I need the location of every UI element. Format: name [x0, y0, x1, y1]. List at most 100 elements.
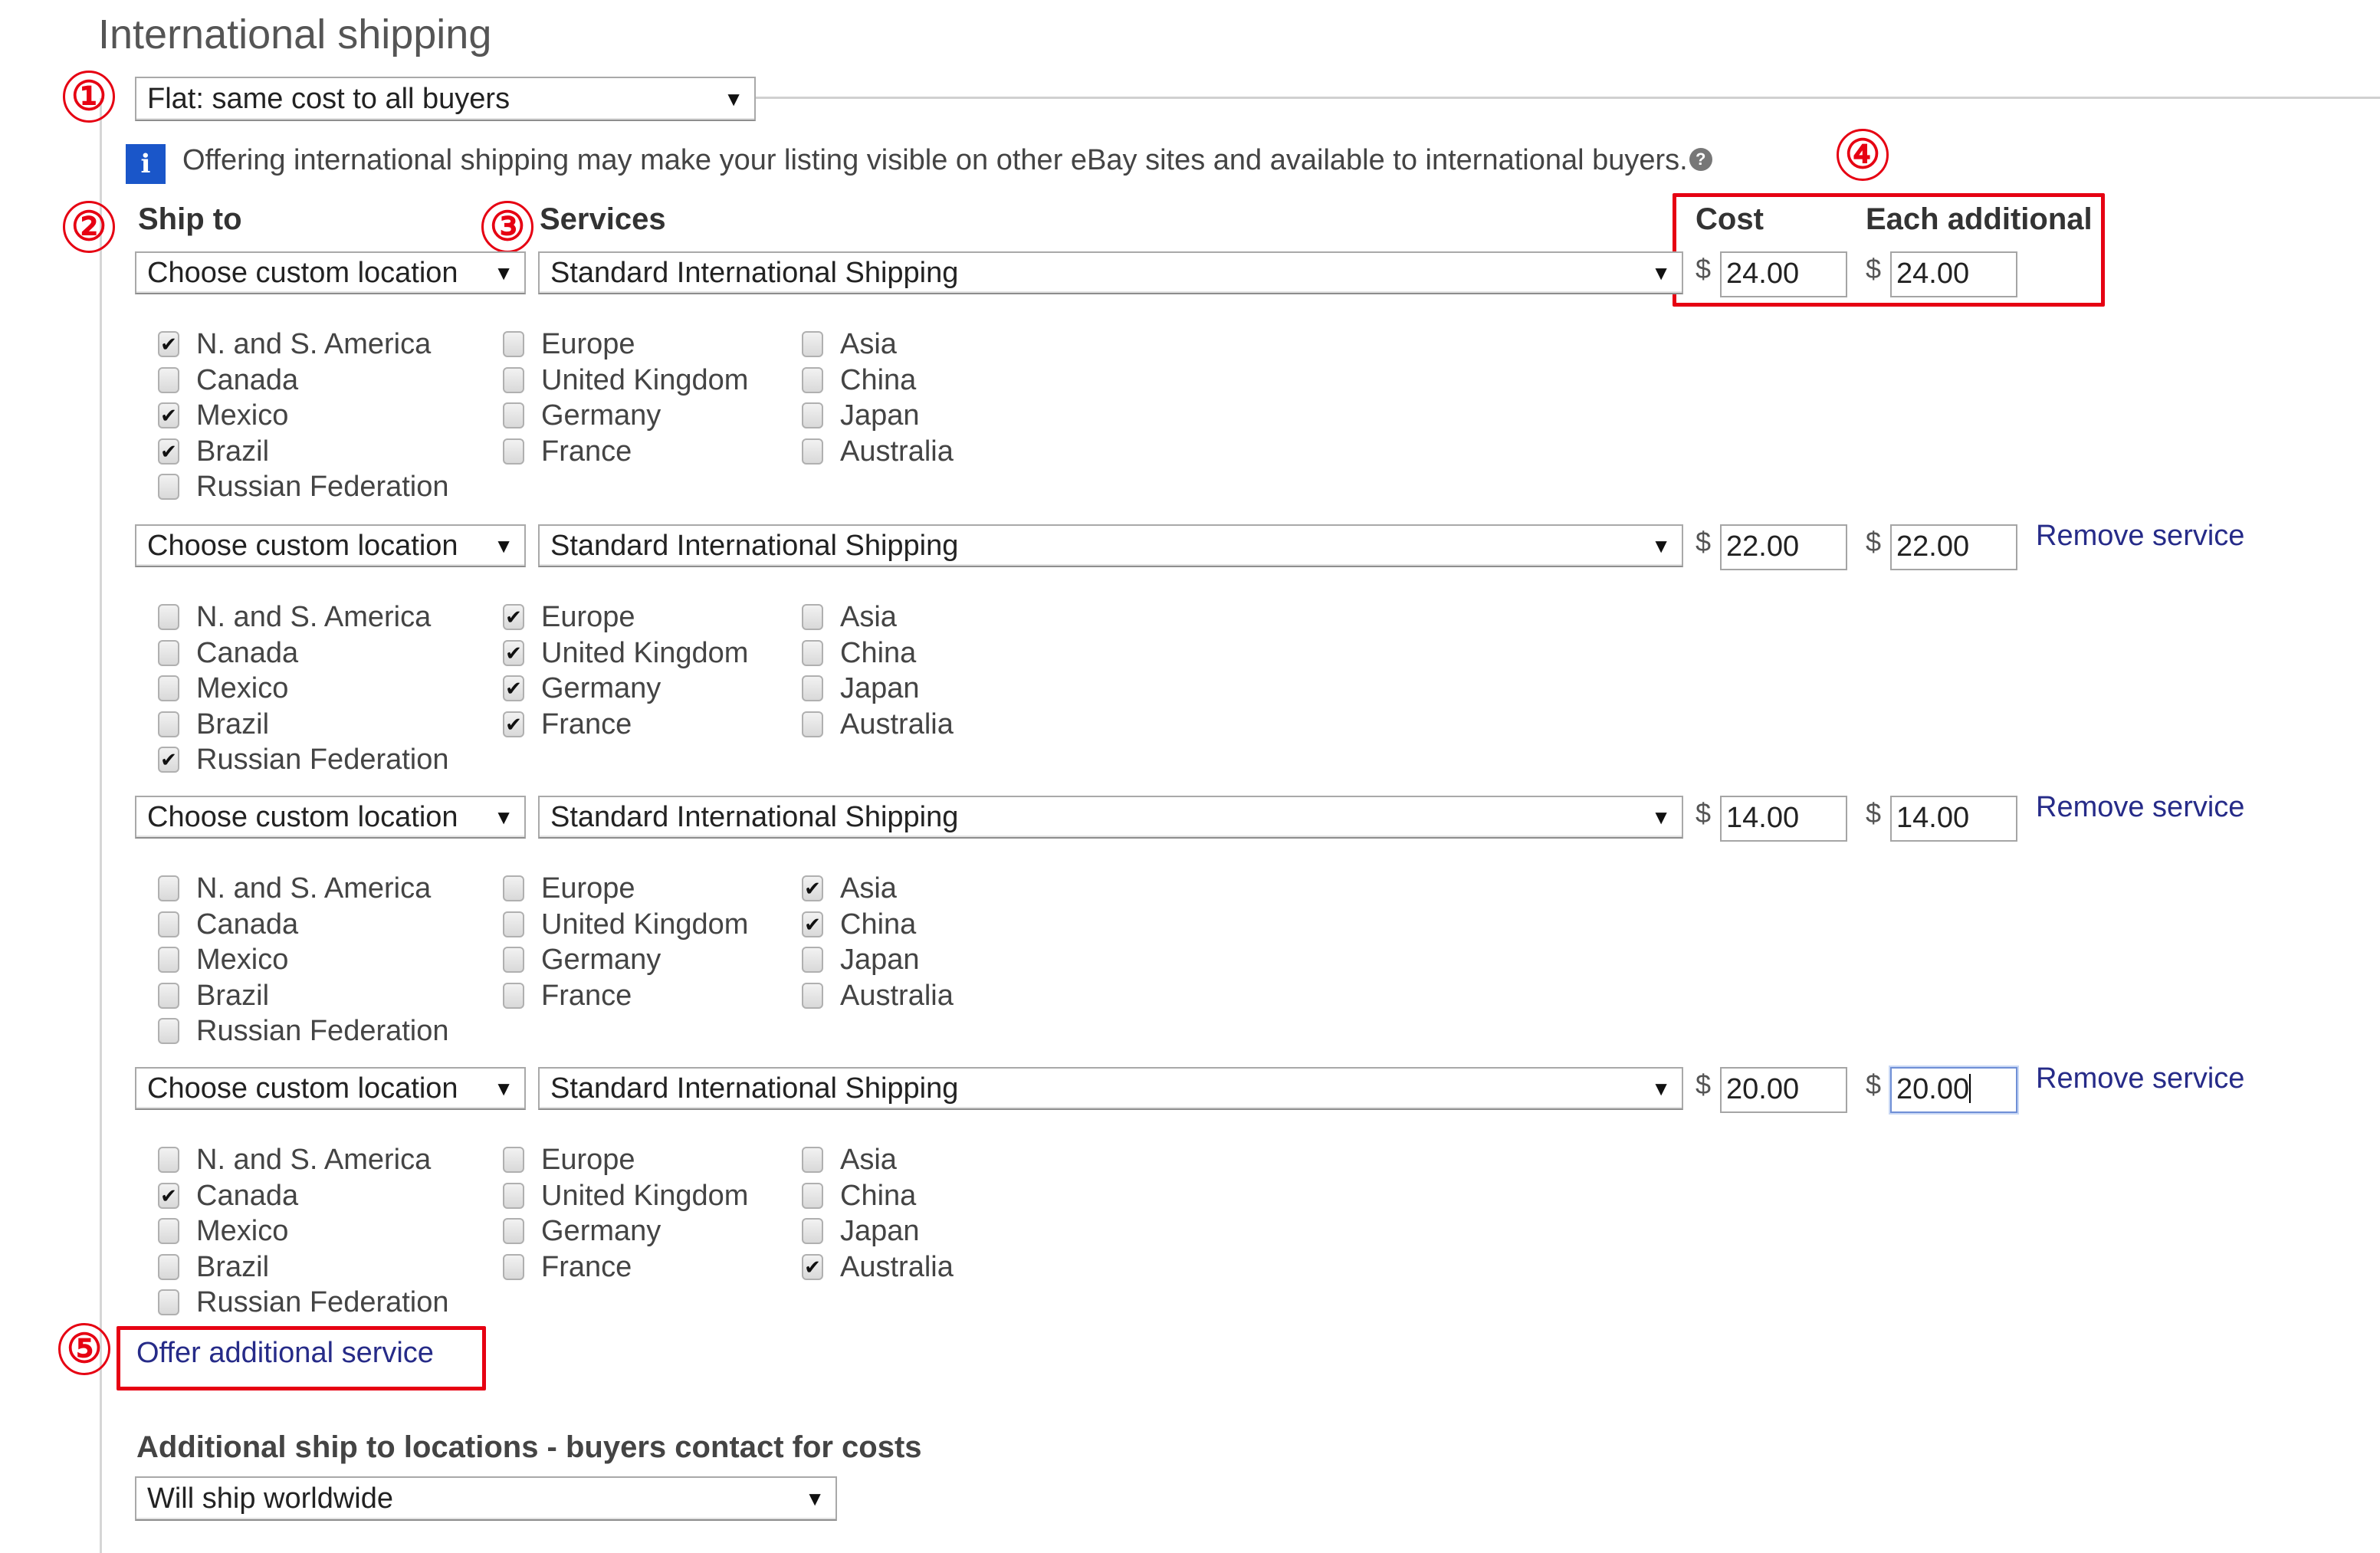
- checkbox-unchecked[interactable]: [158, 1254, 179, 1280]
- checkbox-unchecked[interactable]: [158, 367, 179, 393]
- checkbox-unchecked[interactable]: [802, 438, 823, 465]
- checkbox-checked[interactable]: ✔: [503, 675, 524, 701]
- checkbox-checked[interactable]: ✔: [802, 1254, 823, 1280]
- location-checkbox-item[interactable]: ✔ Canada: [158, 1178, 298, 1213]
- location-checkbox-item[interactable]: China: [802, 1178, 916, 1213]
- remove-service-link[interactable]: Remove service: [2036, 1062, 2244, 1095]
- location-checkbox-item[interactable]: Mexico: [158, 942, 288, 977]
- location-checkbox-item[interactable]: Japan: [802, 942, 920, 977]
- location-checkbox-item[interactable]: ✔ China: [802, 907, 916, 942]
- location-checkbox-item[interactable]: Russian Federation: [158, 469, 449, 504]
- location-checkbox-item[interactable]: ✔ Europe: [503, 599, 635, 635]
- location-checkbox-item[interactable]: France: [503, 978, 632, 1013]
- location-checkbox-item[interactable]: Asia: [802, 599, 897, 635]
- checkbox-unchecked[interactable]: [503, 402, 524, 428]
- checkbox-unchecked[interactable]: [503, 1254, 524, 1280]
- location-checkbox-item[interactable]: ✔ Mexico: [158, 398, 288, 433]
- remove-service-link[interactable]: Remove service: [2036, 520, 2244, 553]
- location-checkbox-item[interactable]: Russian Federation: [158, 1285, 449, 1320]
- checkbox-unchecked[interactable]: [802, 367, 823, 393]
- checkbox-unchecked[interactable]: [158, 1147, 179, 1173]
- checkbox-unchecked[interactable]: [158, 1289, 179, 1315]
- checkbox-unchecked[interactable]: [503, 1183, 524, 1209]
- checkbox-unchecked[interactable]: [158, 875, 179, 901]
- location-checkbox-item[interactable]: Europe: [503, 871, 635, 906]
- location-checkbox-item[interactable]: Europe: [503, 327, 635, 362]
- location-checkbox-item[interactable]: Brazil: [158, 1249, 269, 1285]
- location-checkbox-item[interactable]: Canada: [158, 363, 298, 398]
- remove-service-link[interactable]: Remove service: [2036, 791, 2244, 824]
- location-checkbox-item[interactable]: China: [802, 363, 916, 398]
- each-additional-input[interactable]: 20.00: [1890, 1067, 2017, 1113]
- checkbox-checked[interactable]: ✔: [158, 747, 179, 773]
- checkbox-checked[interactable]: ✔: [802, 911, 823, 937]
- checkbox-unchecked[interactable]: [158, 604, 179, 630]
- checkbox-unchecked[interactable]: [802, 402, 823, 428]
- checkbox-unchecked[interactable]: [158, 911, 179, 937]
- location-checkbox-item[interactable]: Europe: [503, 1142, 635, 1177]
- location-checkbox-item[interactable]: Japan: [802, 671, 920, 706]
- location-checkbox-item[interactable]: ✔ United Kingdom: [503, 635, 748, 671]
- cost-input[interactable]: 22.00: [1720, 524, 1847, 570]
- checkbox-checked[interactable]: ✔: [503, 711, 524, 737]
- location-checkbox-item[interactable]: ✔ Russian Federation: [158, 742, 449, 777]
- location-checkbox-item[interactable]: ✔ France: [503, 707, 632, 742]
- checkbox-unchecked[interactable]: [503, 911, 524, 937]
- location-checkbox-item[interactable]: Canada: [158, 907, 298, 942]
- checkbox-unchecked[interactable]: [503, 875, 524, 901]
- checkbox-unchecked[interactable]: [503, 983, 524, 1009]
- checkbox-unchecked[interactable]: [158, 675, 179, 701]
- checkbox-unchecked[interactable]: [802, 1218, 823, 1244]
- location-checkbox-item[interactable]: United Kingdom: [503, 907, 748, 942]
- help-icon[interactable]: ?: [1689, 148, 1712, 171]
- location-checkbox-item[interactable]: Japan: [802, 1213, 920, 1249]
- checkbox-unchecked[interactable]: [503, 947, 524, 973]
- service-select[interactable]: Standard International Shipping ▼: [538, 1067, 1683, 1110]
- checkbox-checked[interactable]: ✔: [503, 640, 524, 666]
- location-checkbox-item[interactable]: Mexico: [158, 1213, 288, 1249]
- location-checkbox-item[interactable]: France: [503, 1249, 632, 1285]
- location-checkbox-item[interactable]: N. and S. America: [158, 599, 431, 635]
- checkbox-checked[interactable]: ✔: [158, 402, 179, 428]
- checkbox-unchecked[interactable]: [802, 1147, 823, 1173]
- checkbox-checked[interactable]: ✔: [158, 438, 179, 465]
- location-checkbox-item[interactable]: Australia: [802, 707, 954, 742]
- checkbox-unchecked[interactable]: [503, 1218, 524, 1244]
- location-checkbox-item[interactable]: Australia: [802, 978, 954, 1013]
- checkbox-unchecked[interactable]: [802, 947, 823, 973]
- location-checkbox-item[interactable]: Brazil: [158, 707, 269, 742]
- checkbox-checked[interactable]: ✔: [503, 604, 524, 630]
- location-checkbox-item[interactable]: Japan: [802, 398, 920, 433]
- service-select[interactable]: Standard International Shipping ▼: [538, 524, 1683, 567]
- each-additional-input[interactable]: 24.00: [1890, 251, 2017, 297]
- checkbox-unchecked[interactable]: [802, 604, 823, 630]
- service-select[interactable]: Standard International Shipping ▼: [538, 796, 1683, 839]
- checkbox-checked[interactable]: ✔: [158, 1183, 179, 1209]
- checkbox-unchecked[interactable]: [503, 331, 524, 357]
- location-checkbox-item[interactable]: Asia: [802, 327, 897, 362]
- checkbox-checked[interactable]: ✔: [158, 331, 179, 357]
- checkbox-unchecked[interactable]: [503, 367, 524, 393]
- location-checkbox-item[interactable]: ✔ Brazil: [158, 434, 269, 469]
- checkbox-unchecked[interactable]: [158, 711, 179, 737]
- checkbox-unchecked[interactable]: [802, 983, 823, 1009]
- location-checkbox-item[interactable]: ✔ N. and S. America: [158, 327, 431, 362]
- location-checkbox-item[interactable]: ✔ Germany: [503, 671, 661, 706]
- ship-to-select[interactable]: Choose custom location ▼: [135, 251, 526, 294]
- location-checkbox-item[interactable]: Australia: [802, 434, 954, 469]
- checkbox-unchecked[interactable]: [802, 640, 823, 666]
- additional-locations-select[interactable]: Will ship worldwide ▼: [135, 1476, 837, 1521]
- checkbox-unchecked[interactable]: [158, 640, 179, 666]
- location-checkbox-item[interactable]: Canada: [158, 635, 298, 671]
- checkbox-unchecked[interactable]: [158, 1018, 179, 1044]
- service-select[interactable]: Standard International Shipping ▼: [538, 251, 1683, 294]
- location-checkbox-item[interactable]: France: [503, 434, 632, 469]
- checkbox-unchecked[interactable]: [158, 983, 179, 1009]
- checkbox-unchecked[interactable]: [802, 331, 823, 357]
- cost-input[interactable]: 24.00: [1720, 251, 1847, 297]
- checkbox-unchecked[interactable]: [158, 947, 179, 973]
- location-checkbox-item[interactable]: ✔ Asia: [802, 871, 897, 906]
- checkbox-unchecked[interactable]: [802, 711, 823, 737]
- location-checkbox-item[interactable]: China: [802, 635, 916, 671]
- location-checkbox-item[interactable]: Russian Federation: [158, 1013, 449, 1049]
